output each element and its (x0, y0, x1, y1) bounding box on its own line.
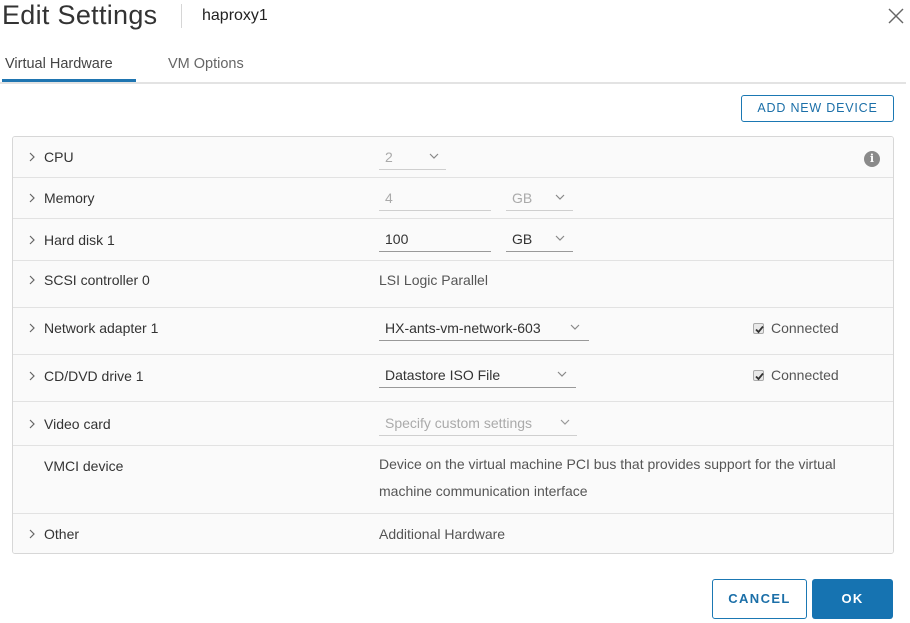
info-icon[interactable]: i (864, 151, 880, 167)
row-label: Video card (44, 416, 111, 432)
chevron-right-icon[interactable] (27, 323, 37, 333)
hardware-row-other: Other Additional Hardware (13, 514, 893, 553)
chevron-down-icon (429, 153, 439, 159)
hard-disk-size: 100 (385, 231, 409, 247)
ok-button[interactable]: OK (812, 579, 893, 619)
video-card-select[interactable]: Specify custom settings (379, 412, 577, 436)
cd-dvd-connected-checkbox[interactable] (753, 370, 764, 381)
hardware-row-vmci-device: VMCI device Device on the virtual machin… (13, 446, 893, 514)
memory-input[interactable]: 4 (379, 187, 491, 211)
chevron-down-icon (557, 371, 567, 377)
tab-vm-options[interactable]: VM Options (168, 56, 244, 80)
network-select[interactable]: HX-ants-vm-network-603 (379, 317, 589, 341)
row-label: Hard disk 1 (44, 232, 115, 248)
chevron-right-icon[interactable] (27, 193, 37, 203)
cpu-value: 2 (385, 149, 393, 165)
memory-value: 4 (385, 190, 393, 206)
tab-virtual-hardware[interactable]: Virtual Hardware (5, 56, 113, 80)
chevron-right-icon[interactable] (27, 529, 37, 539)
chevron-down-icon (555, 194, 565, 200)
cd-dvd-media-value: Datastore ISO File (385, 367, 501, 383)
connected-label: Connected (771, 367, 839, 383)
vmci-description: Device on the virtual machine PCI bus th… (379, 456, 836, 499)
connected-label: Connected (771, 320, 839, 336)
memory-unit: GB (512, 190, 533, 206)
chevron-down-icon (555, 235, 565, 241)
checkmark-icon (755, 325, 764, 334)
chevron-right-icon[interactable] (27, 235, 37, 245)
tab-bar: Virtual Hardware VM Options (0, 50, 906, 84)
vm-name: haproxy1 (202, 7, 268, 24)
network-connected-checkbox[interactable] (753, 323, 764, 334)
hardware-row-memory: Memory 4 GB (13, 178, 893, 219)
hardware-row-scsi-controller: SCSI controller 0 LSI Logic Parallel (13, 261, 893, 308)
active-tab-indicator (2, 79, 136, 82)
hardware-list: CPU 2 i Memory 4 GB Hard disk 1 100 GB S… (12, 136, 894, 554)
hardware-row-video-card: Video card Specify custom settings (13, 402, 893, 446)
row-label: Memory (44, 190, 95, 206)
row-label: Other (44, 526, 80, 542)
checkmark-icon (755, 372, 764, 381)
hardware-row-cpu: CPU 2 i (13, 137, 893, 178)
dialog-header: Edit Settings haproxy1 (0, 0, 910, 40)
row-label: CPU (44, 149, 74, 165)
network-value: HX-ants-vm-network-603 (385, 320, 541, 336)
row-label: CD/DVD drive 1 (44, 368, 144, 384)
cd-dvd-media-select[interactable]: Datastore ISO File (379, 364, 576, 388)
chevron-right-icon[interactable] (27, 371, 37, 381)
cpu-select[interactable]: 2 (379, 146, 446, 170)
close-button[interactable] (886, 6, 906, 26)
hardware-row-network-adapter: Network adapter 1 HX-ants-vm-network-603… (13, 308, 893, 355)
chevron-down-icon (560, 419, 570, 425)
chevron-right-icon[interactable] (27, 152, 37, 162)
hard-disk-unit: GB (512, 231, 533, 247)
dialog-title: Edit Settings (2, 0, 158, 30)
hardware-row-hard-disk: Hard disk 1 100 GB (13, 219, 893, 261)
chevron-right-icon[interactable] (27, 419, 37, 429)
memory-unit-select[interactable]: GB (506, 187, 573, 211)
scsi-type: LSI Logic Parallel (379, 272, 488, 288)
row-label: Network adapter 1 (44, 320, 159, 336)
hardware-row-cd-dvd-drive: CD/DVD drive 1 Datastore ISO File Connec… (13, 355, 893, 402)
chevron-right-icon[interactable] (27, 275, 37, 285)
cancel-button[interactable]: CANCEL (712, 579, 807, 619)
close-icon (888, 8, 904, 24)
add-new-device-button[interactable]: ADD NEW DEVICE (741, 95, 894, 122)
hard-disk-unit-select[interactable]: GB (506, 228, 573, 252)
title-divider (181, 4, 182, 28)
row-label: VMCI device (44, 458, 124, 474)
video-card-value: Specify custom settings (385, 415, 533, 431)
other-value: Additional Hardware (379, 526, 506, 542)
chevron-down-icon (570, 324, 580, 330)
row-label: SCSI controller 0 (44, 272, 150, 288)
hard-disk-size-input[interactable]: 100 (379, 228, 491, 252)
